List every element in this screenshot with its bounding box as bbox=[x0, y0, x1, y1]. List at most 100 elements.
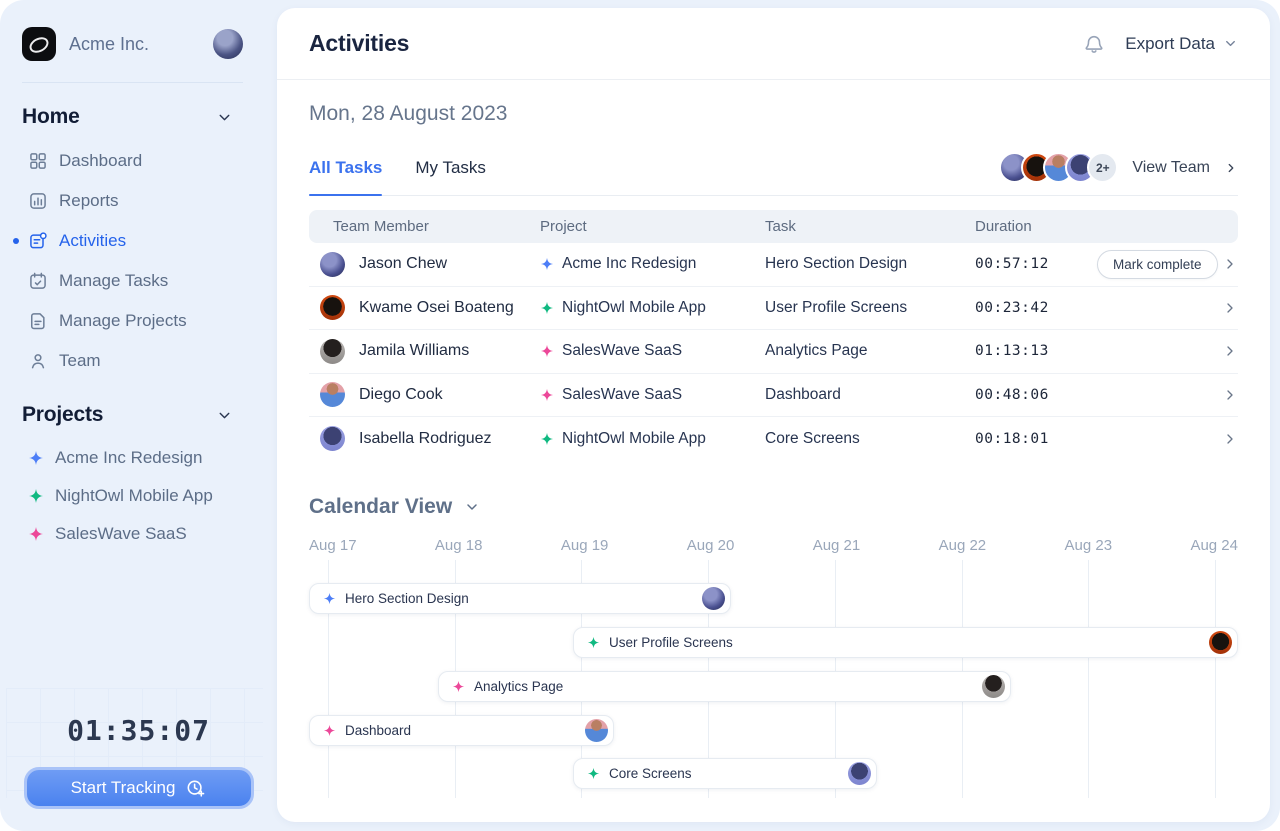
sidebar-item-label: Manage Tasks bbox=[59, 271, 168, 291]
task-cell: Analytics Page bbox=[765, 342, 975, 360]
sidebar: Acme Inc. Home Dashboard Reports Activit… bbox=[0, 0, 277, 831]
sparkle-icon bbox=[540, 301, 554, 315]
home-section-header[interactable]: Home bbox=[0, 83, 277, 141]
sidebar-item-dashboard[interactable]: Dashboard bbox=[0, 141, 277, 181]
org-name: Acme Inc. bbox=[69, 34, 200, 55]
chevron-right-icon bbox=[1222, 431, 1238, 447]
user-avatar[interactable] bbox=[213, 29, 243, 59]
project-label: NightOwl Mobile App bbox=[55, 486, 213, 506]
topbar-actions: Export Data bbox=[1083, 33, 1238, 55]
gantt-bar-label: Analytics Page bbox=[474, 679, 563, 694]
sidebar-item-manage-tasks[interactable]: Manage Tasks bbox=[0, 261, 277, 301]
tab-my-tasks[interactable]: My Tasks bbox=[415, 150, 486, 195]
sidebar-item-manage-projects[interactable]: Manage Projects bbox=[0, 301, 277, 341]
manage-tasks-icon bbox=[28, 271, 48, 291]
sidebar-item-reports[interactable]: Reports bbox=[0, 181, 277, 221]
org-row: Acme Inc. bbox=[0, 0, 277, 82]
duration-cell: 00:23:42 bbox=[975, 300, 1097, 316]
time-tracker: 01:35:07 Start Tracking bbox=[0, 714, 277, 809]
gantt-chart: Hero Section Design User Profile Screens… bbox=[309, 560, 1238, 808]
gridline bbox=[1088, 560, 1089, 798]
sidebar-item-team[interactable]: Team bbox=[0, 341, 277, 381]
gantt-bar-hero-section-design[interactable]: Hero Section Design bbox=[309, 583, 731, 614]
tab-all-tasks[interactable]: All Tasks bbox=[309, 150, 382, 195]
date-label: Aug 23 bbox=[1065, 537, 1113, 554]
sidebar-project-nightowl-mobile-app[interactable]: NightOwl Mobile App bbox=[0, 477, 277, 515]
table-row[interactable]: Isabella Rodriguez NightOwl Mobile App C… bbox=[309, 417, 1238, 461]
chevron-right-icon bbox=[1222, 343, 1238, 359]
gantt-bar-analytics-page[interactable]: Analytics Page bbox=[438, 671, 1011, 702]
chevron-right-icon[interactable] bbox=[1224, 161, 1238, 175]
team-overflow-badge: 2+ bbox=[1087, 152, 1118, 183]
gantt-bar-label: Core Screens bbox=[609, 766, 692, 781]
timer-display: 01:35:07 bbox=[0, 714, 277, 747]
member-name: Jason Chew bbox=[359, 255, 447, 273]
sidebar-item-label: Reports bbox=[59, 191, 119, 211]
date-label: Aug 24 bbox=[1190, 537, 1238, 554]
sparkle-icon bbox=[540, 388, 554, 402]
home-section-label: Home bbox=[22, 105, 80, 129]
chevron-down-icon bbox=[216, 109, 233, 126]
table-header: Team MemberProjectTaskDuration bbox=[309, 210, 1238, 243]
gantt-bar-dashboard[interactable]: Dashboard bbox=[309, 715, 614, 746]
project-label: Acme Inc Redesign bbox=[55, 448, 202, 468]
main-content: Mon, 28 August 2023 All Tasks My Tasks 2+… bbox=[277, 102, 1270, 808]
row-chevron[interactable] bbox=[1207, 431, 1238, 447]
sparkle-icon bbox=[452, 680, 465, 693]
clock-plus-icon bbox=[185, 778, 206, 799]
sidebar-item-activities[interactable]: Activities bbox=[0, 221, 277, 261]
view-team-link[interactable]: View Team bbox=[1132, 159, 1210, 177]
tabs-row: All Tasks My Tasks 2+ View Team bbox=[309, 150, 1238, 196]
chevron-right-icon bbox=[1222, 387, 1238, 403]
column-header-team-member: Team Member bbox=[309, 218, 540, 235]
project-name: SalesWave SaaS bbox=[562, 342, 682, 360]
start-tracking-label: Start Tracking bbox=[71, 778, 176, 798]
calendar-view-header[interactable]: Calendar View bbox=[309, 495, 1238, 519]
bell-icon[interactable] bbox=[1083, 33, 1105, 55]
member-cell: Jamila Williams bbox=[309, 339, 540, 364]
sidebar-nav: Dashboard Reports Activities Manage Task… bbox=[0, 141, 277, 381]
sparkle-icon bbox=[323, 724, 336, 737]
sparkle-icon bbox=[28, 526, 44, 542]
projects-section-label: Projects bbox=[22, 403, 103, 427]
date-label: Aug 21 bbox=[813, 537, 861, 554]
activities-table: Team MemberProjectTaskDuration Jason Che… bbox=[309, 210, 1238, 461]
table-row[interactable]: Kwame Osei Boateng NightOwl Mobile App U… bbox=[309, 287, 1238, 331]
org-logo-icon bbox=[22, 27, 56, 61]
member-cell: Jason Chew bbox=[309, 252, 540, 277]
sparkle-icon bbox=[587, 636, 600, 649]
gantt-bar-user-profile-screens[interactable]: User Profile Screens bbox=[573, 627, 1238, 658]
assignee-avatar bbox=[702, 587, 725, 610]
member-name: Isabella Rodriguez bbox=[359, 430, 492, 448]
member-cell: Diego Cook bbox=[309, 382, 540, 407]
project-cell: SalesWave SaaS bbox=[540, 386, 765, 404]
duration-cell: 01:13:13 bbox=[975, 343, 1097, 359]
row-chevron[interactable] bbox=[1207, 256, 1238, 272]
table-row[interactable]: Diego Cook SalesWave SaaS Dashboard 00:4… bbox=[309, 374, 1238, 418]
start-tracking-button[interactable]: Start Tracking bbox=[24, 767, 254, 809]
export-data-button[interactable]: Export Data bbox=[1125, 34, 1238, 54]
gantt-bar-core-screens[interactable]: Core Screens bbox=[573, 758, 877, 789]
table-row[interactable]: Jamila Williams SalesWave SaaS Analytics… bbox=[309, 330, 1238, 374]
column-header-task: Task bbox=[765, 218, 975, 235]
duration-cell: 00:48:06 bbox=[975, 387, 1097, 403]
projects-section-header[interactable]: Projects bbox=[0, 381, 277, 439]
sidebar-project-saleswave-saas[interactable]: SalesWave SaaS bbox=[0, 515, 277, 553]
row-chevron[interactable] bbox=[1207, 387, 1238, 403]
chevron-down-icon bbox=[1223, 36, 1238, 51]
date-heading: Mon, 28 August 2023 bbox=[309, 102, 1238, 126]
member-avatar bbox=[320, 295, 345, 320]
project-name: SalesWave SaaS bbox=[562, 386, 682, 404]
sidebar-project-acme-inc-redesign[interactable]: Acme Inc Redesign bbox=[0, 439, 277, 477]
mark-complete-button[interactable]: Mark complete bbox=[1097, 250, 1218, 279]
task-cell: Core Screens bbox=[765, 430, 975, 448]
table-row[interactable]: Jason Chew Acme Inc Redesign Hero Sectio… bbox=[309, 243, 1238, 287]
page-title: Activities bbox=[309, 30, 409, 57]
sparkle-icon bbox=[540, 257, 554, 271]
calendar-view-title: Calendar View bbox=[309, 495, 452, 519]
row-chevron[interactable] bbox=[1207, 343, 1238, 359]
row-chevron[interactable] bbox=[1207, 300, 1238, 316]
export-data-label: Export Data bbox=[1125, 34, 1215, 54]
chevron-down-icon bbox=[216, 407, 233, 424]
sparkle-icon bbox=[28, 488, 44, 504]
